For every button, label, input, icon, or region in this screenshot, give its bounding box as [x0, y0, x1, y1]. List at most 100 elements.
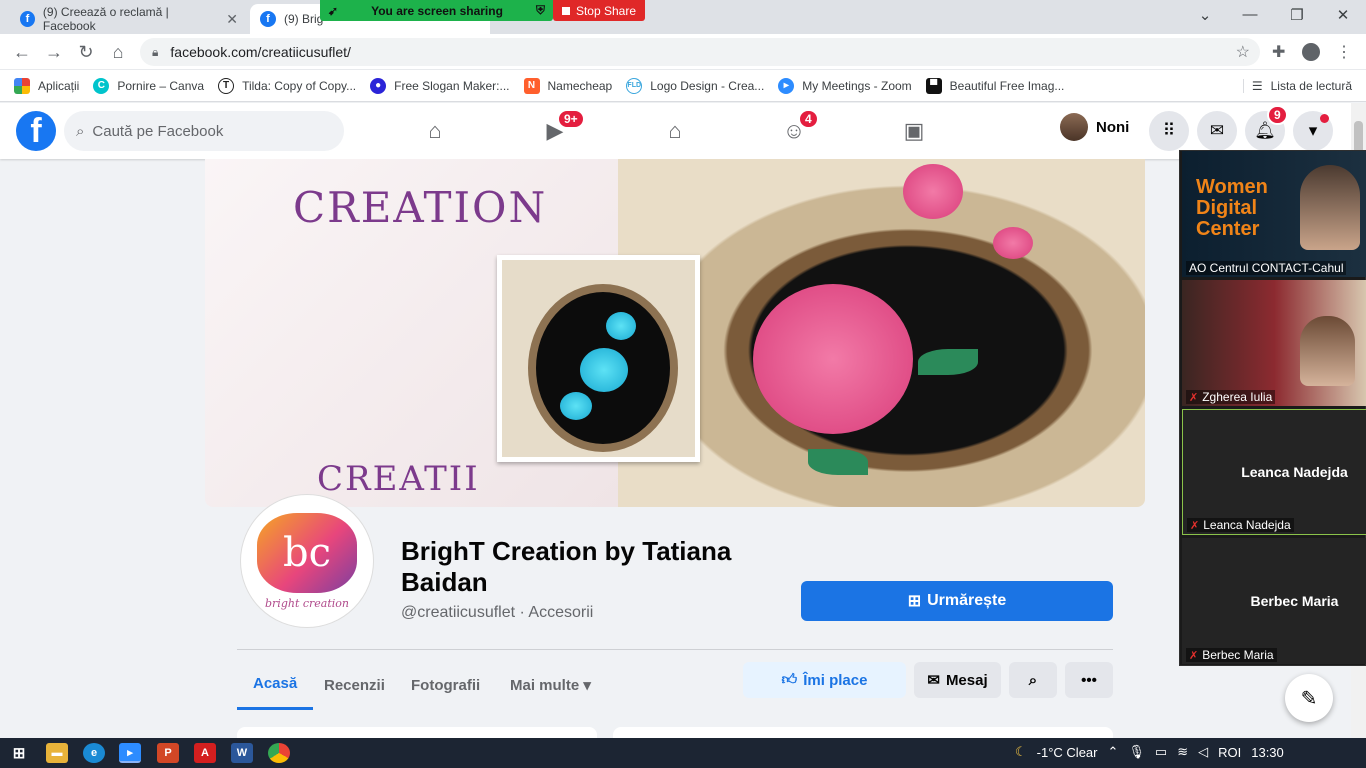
browser-menu-icon[interactable]: ⋮ — [1336, 42, 1352, 62]
minimize-icon[interactable]: — — [1235, 6, 1265, 23]
participant-display-name: Leanca Nadejda — [1241, 464, 1348, 480]
word-icon[interactable]: W — [231, 743, 253, 763]
participant-tile[interactable]: Women Digital Center AO Centrul CONTACT-… — [1182, 151, 1366, 277]
bookmark-logo-design[interactable]: FLD Logo Design - Crea... — [626, 77, 765, 94]
bookmark-tilda[interactable]: T Tilda: Copy of Copy... — [218, 77, 357, 94]
pink-rose-large — [753, 284, 913, 434]
gaming-nav-icon[interactable]: ▣ — [894, 111, 934, 151]
weather-text[interactable]: -1°C Clear — [1037, 745, 1098, 760]
messenger-icon[interactable]: ✉ — [1197, 111, 1237, 151]
stop-share-button[interactable]: Stop Share — [553, 0, 645, 21]
blue-rose — [580, 348, 628, 392]
watch-nav-icon[interactable]: ▶ 9+ — [535, 109, 585, 151]
close-window-icon[interactable]: ✕ — [1328, 6, 1358, 24]
follow-button[interactable]: ⊞ Urmărește — [801, 581, 1113, 621]
chrome-icon[interactable] — [268, 743, 290, 763]
participant-tile[interactable]: ✗ Zgherea Iulia — [1182, 280, 1366, 406]
reload-icon[interactable]: ↻ — [74, 41, 98, 63]
file-explorer-icon[interactable]: ▬ — [46, 743, 68, 763]
participant-name-text: Zgherea Iulia — [1202, 390, 1273, 404]
marketplace-nav-icon[interactable]: ⌂ — [655, 111, 695, 151]
restore-icon[interactable]: ❐ — [1282, 6, 1312, 24]
facebook-search-input[interactable]: ⌕ Caută pe Facebook — [64, 111, 344, 151]
edge-icon[interactable]: e — [83, 743, 105, 763]
language-indicator[interactable]: ROI — [1218, 745, 1241, 760]
bookmark-zoom[interactable]: ▸ My Meetings - Zoom — [778, 77, 912, 94]
url-text: facebook.com/creatiicusuflet/ — [170, 44, 351, 60]
windows-start-icon[interactable]: ⊞ — [8, 743, 30, 763]
browser-tab-ads[interactable]: f (9) Creează o reclamă | Facebook ✕ — [10, 4, 248, 34]
menu-grid-icon[interactable]: ⠿ — [1149, 111, 1189, 151]
forward-icon[interactable]: → — [42, 41, 66, 63]
tab-home[interactable]: Acasă — [237, 660, 314, 710]
facebook-logo-icon[interactable]: f — [16, 111, 56, 151]
bookmark-label: Aplicații — [38, 78, 80, 93]
like-label: Îmi place — [803, 671, 868, 689]
bookmark-label: Logo Design - Crea... — [650, 78, 765, 93]
page-profile-picture[interactable]: bc bright creation — [241, 495, 373, 627]
account-dropdown-icon[interactable]: ▾ — [1293, 111, 1333, 151]
video-badge: 9+ — [557, 109, 585, 129]
bookmark-star-icon[interactable]: ☆ — [1236, 42, 1250, 62]
home-icon[interactable]: ⌂ — [106, 41, 130, 63]
search-icon: ⌕ — [1028, 671, 1038, 689]
tab-reviews[interactable]: Recenzii — [308, 660, 401, 710]
notifications-bell-icon[interactable]: 🔔︎ 9 — [1245, 105, 1288, 151]
windows-taskbar: ⊞ ▬ e ▸ P A W ☾ -1°C Clear ⌃ 🎙︎ ▭ ≋ ◁ RO… — [0, 738, 1366, 768]
browser-profile-icon[interactable] — [1302, 43, 1320, 61]
participant-tile[interactable]: Berbec Maria ✗ Berbec Maria — [1182, 538, 1366, 664]
brand-logo: bc — [257, 512, 357, 593]
more-dots-icon: ••• — [1081, 671, 1097, 689]
participant-tile[interactable]: Leanca Nadejda ✗ Leanca Nadejda — [1182, 409, 1366, 535]
more-options-button[interactable]: ••• — [1065, 662, 1113, 698]
cover-photo[interactable]: CREATION CREATII — [205, 159, 1145, 507]
home-nav-icon[interactable]: ⌂ — [415, 111, 455, 151]
like-button[interactable]: 👍︎ Îmi place — [743, 662, 906, 698]
address-bar[interactable]: 🔒︎ facebook.com/creatiicusuflet/ ☆ — [140, 38, 1260, 66]
powerpoint-icon[interactable]: P — [157, 743, 179, 763]
tab-more[interactable]: Mai multe ▾ — [494, 660, 607, 710]
clock[interactable]: 13:30 — [1251, 745, 1284, 760]
chevron-up-icon[interactable]: ⌃ — [1107, 744, 1118, 760]
participant-name-text: Leanca Nadejda — [1203, 518, 1291, 532]
participant-name: ✗ Zgherea Iulia — [1186, 390, 1276, 404]
message-button[interactable]: ✉ Mesaj — [914, 662, 1001, 698]
new-message-button[interactable]: ✎ — [1285, 674, 1333, 722]
user-name: Noni — [1096, 118, 1130, 136]
participant-name: AO Centrul CONTACT-Cahul — [1186, 261, 1347, 275]
avatar — [1060, 113, 1088, 141]
browser-tab-strip: f (9) Creează o reclamă | Facebook ✕ f (… — [0, 0, 1366, 34]
wifi-icon[interactable]: ≋ — [1177, 744, 1188, 760]
close-tab-icon[interactable]: ✕ — [226, 11, 238, 28]
share-status-text: You are screen sharing — [371, 3, 503, 18]
notifications-badge: 9 — [1267, 105, 1288, 125]
battery-icon[interactable]: ▭ — [1155, 744, 1167, 760]
acrobat-icon[interactable]: A — [194, 743, 216, 763]
volume-icon[interactable]: ◁ — [1198, 744, 1208, 760]
bookmark-label: Tilda: Copy of Copy... — [242, 78, 357, 93]
bookmark-label: Free Slogan Maker:... — [394, 78, 510, 93]
bookmark-canva[interactable]: C Pornire – Canva — [93, 77, 204, 94]
page-search-button[interactable]: ⌕ — [1009, 662, 1057, 698]
tab-search-chevron-icon[interactable]: ⌄ — [1190, 6, 1220, 24]
bookmark-slogan[interactable]: ● Free Slogan Maker:... — [370, 77, 510, 94]
muted-mic-icon: ✗ — [1190, 519, 1200, 532]
back-icon[interactable]: ← — [10, 41, 34, 63]
extensions-icon[interactable]: ✚ — [1272, 42, 1285, 62]
tilda-icon: T — [218, 77, 235, 94]
apps-grid-icon — [14, 77, 30, 94]
bookmark-namecheap[interactable]: N Namecheap — [523, 77, 612, 94]
reading-list[interactable]: ☰ Lista de lectură — [1242, 78, 1352, 93]
tab-photos[interactable]: Fotografii — [395, 660, 496, 710]
bookmark-label: My Meetings - Zoom — [802, 78, 912, 93]
groups-nav-icon[interactable]: ☺ 4 — [774, 109, 819, 151]
facebook-header: f ⌕ Caută pe Facebook ⌂ ▶ 9+ ⌂ ☺ 4 ▣ Non… — [0, 103, 1351, 159]
reading-list-icon: ☰ — [1251, 78, 1263, 93]
bookmark-apps[interactable]: Aplicații — [14, 77, 80, 94]
zoom-taskbar-icon[interactable]: ▸ — [119, 743, 141, 763]
slogan-icon: ● — [370, 77, 387, 94]
bookmark-unsplash[interactable]: ▀ Beautiful Free Imag... — [925, 77, 1065, 94]
microphone-icon[interactable]: 🎙︎ — [1128, 744, 1145, 760]
bookmark-label: Beautiful Free Imag... — [949, 78, 1065, 93]
user-profile-chip[interactable]: Noni — [1060, 113, 1129, 141]
